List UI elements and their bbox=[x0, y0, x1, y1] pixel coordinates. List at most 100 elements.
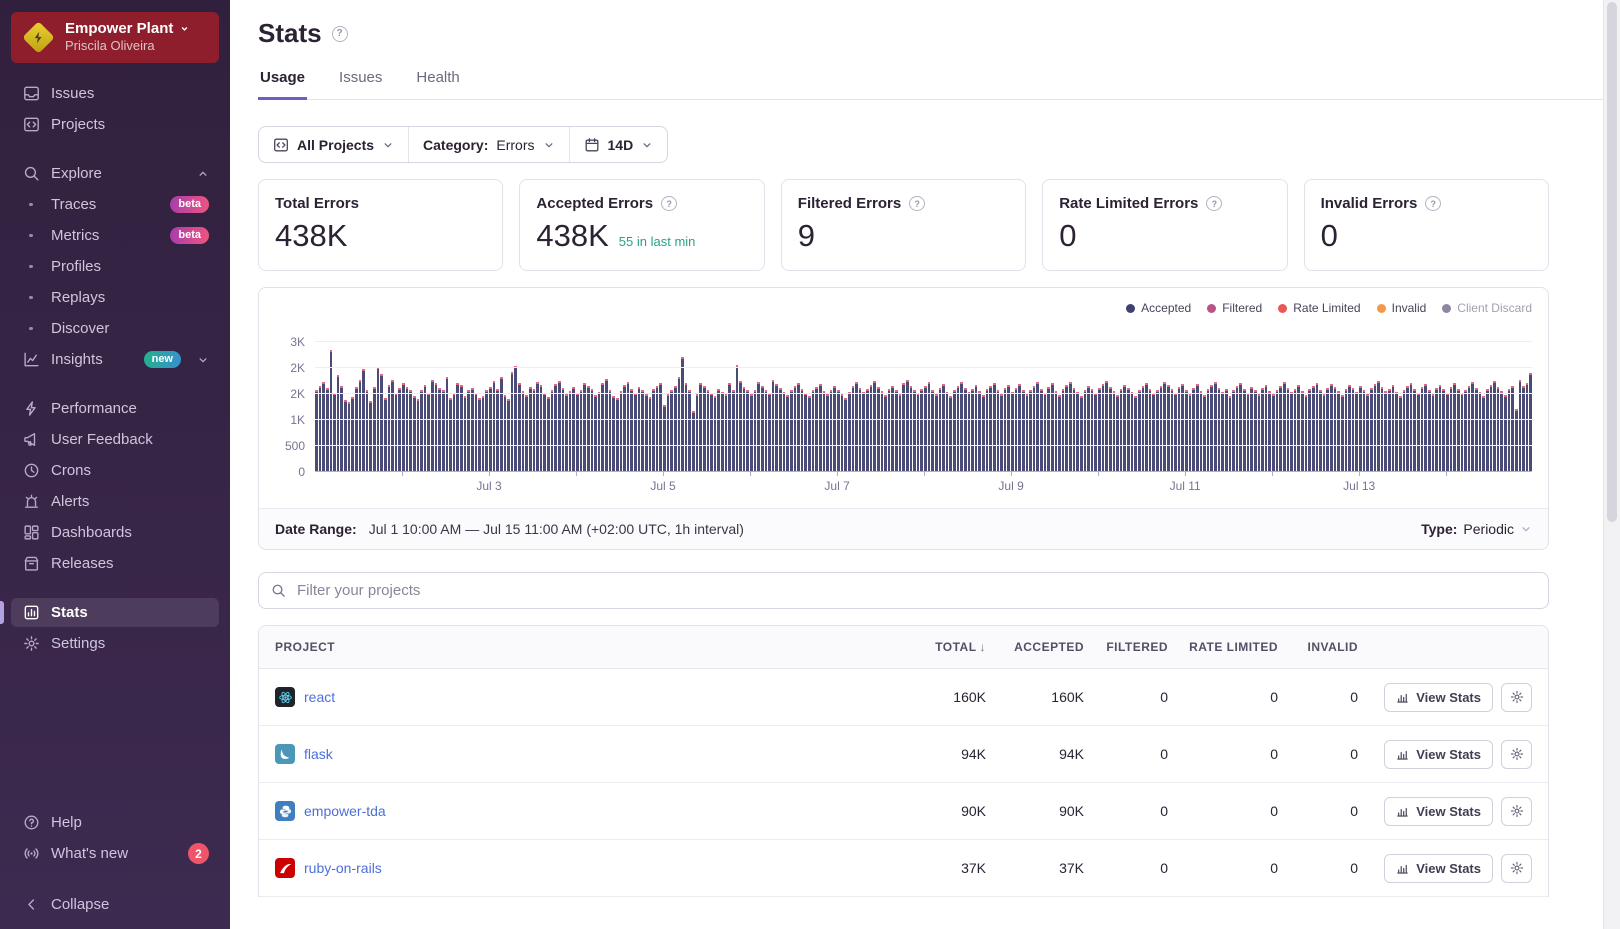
sidebar-item-performance[interactable]: Performance bbox=[11, 394, 219, 423]
project-link[interactable]: empower-tda bbox=[304, 803, 386, 819]
project-settings-button[interactable] bbox=[1501, 740, 1532, 769]
help-icon[interactable]: ? bbox=[1425, 196, 1441, 211]
chart-bar bbox=[1029, 390, 1032, 471]
chart-bar-cap bbox=[413, 396, 416, 398]
chart-bar bbox=[395, 393, 398, 471]
column-header-invalid[interactable]: INVALID bbox=[1280, 640, 1360, 654]
chart-bar-cap bbox=[518, 383, 521, 385]
chart-bar-cap bbox=[594, 395, 597, 397]
chart-bar bbox=[583, 383, 586, 471]
legend-item-invalid[interactable]: Invalid bbox=[1377, 301, 1427, 315]
chart-bar-cap bbox=[652, 389, 655, 391]
chart-bar-cap bbox=[1073, 388, 1076, 390]
chart-bar bbox=[1116, 395, 1119, 471]
chart-bar-cap bbox=[322, 382, 325, 384]
sidebar-item-alerts[interactable]: Alerts bbox=[11, 487, 219, 516]
legend-item-accepted[interactable]: Accepted bbox=[1126, 301, 1191, 315]
help-icon bbox=[21, 814, 41, 832]
column-header-filtered[interactable]: FILTERED bbox=[1086, 640, 1170, 654]
help-icon[interactable]: ? bbox=[909, 196, 925, 211]
chart-bar bbox=[989, 386, 992, 471]
chart-bar-cap bbox=[630, 389, 633, 391]
sidebar-item-crons[interactable]: Crons bbox=[11, 456, 219, 485]
sidebar-item-user-feedback[interactable]: User Feedback bbox=[11, 425, 219, 454]
chart-bar bbox=[783, 392, 786, 471]
sidebar-item-settings[interactable]: Settings bbox=[11, 629, 219, 658]
tab-health[interactable]: Health bbox=[414, 69, 461, 100]
chart-bar bbox=[717, 389, 720, 471]
date-period-filter[interactable]: 14D bbox=[569, 127, 668, 162]
project-link[interactable]: react bbox=[304, 689, 335, 705]
chart-bar-cap bbox=[696, 394, 699, 396]
column-header-project[interactable]: PROJECT bbox=[259, 640, 888, 654]
chart-bar bbox=[812, 390, 815, 471]
help-icon[interactable]: ? bbox=[1206, 196, 1222, 211]
sidebar-item-replays[interactable]: Replays bbox=[11, 283, 219, 312]
category-filter[interactable]: Category: Errors bbox=[408, 127, 568, 162]
view-stats-button[interactable]: View Stats bbox=[1384, 854, 1493, 883]
scrollbar-track[interactable] bbox=[1603, 0, 1620, 929]
column-header-total[interactable]: TOTAL↓ bbox=[888, 640, 988, 654]
sidebar-item-insights[interactable]: Insightsnew bbox=[11, 345, 219, 374]
help-icon[interactable]: ? bbox=[661, 196, 677, 211]
legend-item-rate-limited[interactable]: Rate Limited bbox=[1278, 301, 1360, 315]
view-stats-button[interactable]: View Stats bbox=[1384, 797, 1493, 826]
legend-item-filtered[interactable]: Filtered bbox=[1207, 301, 1262, 315]
view-stats-button[interactable]: View Stats bbox=[1384, 740, 1493, 769]
project-settings-button[interactable] bbox=[1501, 797, 1532, 826]
sidebar-item-help[interactable]: Help bbox=[11, 808, 219, 837]
column-header-accepted[interactable]: ACCEPTED bbox=[988, 640, 1086, 654]
project-search-input[interactable] bbox=[295, 581, 1536, 600]
tab-issues[interactable]: Issues bbox=[337, 69, 384, 100]
chart-bar-cap bbox=[717, 389, 720, 391]
chart-bar-cap bbox=[1377, 381, 1380, 383]
tab-usage[interactable]: Usage bbox=[258, 69, 307, 100]
sidebar-item-profiles[interactable]: Profiles bbox=[11, 252, 219, 281]
view-stats-button[interactable]: View Stats bbox=[1384, 683, 1493, 712]
stat-card-accepted-errors: Accepted Errors?438K55 in last min bbox=[519, 179, 764, 271]
chart-bar bbox=[1022, 390, 1025, 471]
chart-bar bbox=[1094, 393, 1097, 471]
chart-bar bbox=[975, 385, 978, 471]
legend-item-client-discard[interactable]: Client Discard bbox=[1442, 301, 1532, 315]
chart-bar bbox=[1258, 394, 1261, 471]
sidebar-item-stats[interactable]: Stats bbox=[11, 598, 219, 627]
project-settings-button[interactable] bbox=[1501, 683, 1532, 712]
gear-icon bbox=[1510, 690, 1524, 704]
help-icon[interactable]: ? bbox=[332, 26, 348, 42]
sidebar-item-issues[interactable]: Issues bbox=[11, 79, 219, 108]
sidebar-item-projects[interactable]: Projects bbox=[11, 110, 219, 139]
chart-bar bbox=[1189, 394, 1192, 471]
chart-bar-cap bbox=[1120, 389, 1123, 391]
project-settings-button[interactable] bbox=[1501, 854, 1532, 883]
sidebar-item-explore[interactable]: Explore bbox=[11, 159, 219, 188]
chart-bar-cap bbox=[330, 350, 333, 352]
sidebar-item-releases[interactable]: Releases bbox=[11, 549, 219, 578]
chart-bar-cap bbox=[580, 390, 583, 392]
project-link[interactable]: flask bbox=[304, 746, 333, 762]
projects-filter[interactable]: All Projects bbox=[259, 127, 408, 162]
bullet-icon bbox=[21, 234, 41, 238]
chart-type-dropdown[interactable]: Type: Periodic bbox=[1421, 521, 1532, 537]
category-label: Category: bbox=[423, 137, 488, 153]
sidebar-item-what-s-new[interactable]: What's new2 bbox=[11, 839, 219, 868]
sidebar-item-collapse[interactable]: Collapse bbox=[11, 890, 219, 919]
sidebar-item-discover[interactable]: Discover bbox=[11, 314, 219, 343]
scrollbar-thumb[interactable] bbox=[1607, 2, 1617, 522]
chart-bar-cap bbox=[707, 390, 710, 392]
org-switcher[interactable]: Empower Plant Priscila Oliveira bbox=[11, 12, 219, 63]
chart-bar-cap bbox=[1069, 382, 1072, 384]
column-header-rate-limited[interactable]: RATE LIMITED bbox=[1170, 640, 1280, 654]
stat-card-value-row: 438K55 in last min bbox=[536, 218, 747, 254]
chart-bar bbox=[467, 390, 470, 471]
legend-dot-icon bbox=[1126, 304, 1135, 313]
chart-bar bbox=[1529, 373, 1532, 471]
project-link[interactable]: ruby-on-rails bbox=[304, 860, 382, 876]
chart-bar-cap bbox=[1381, 387, 1384, 389]
sidebar-item-traces[interactable]: Tracesbeta bbox=[11, 190, 219, 219]
sidebar-item-dashboards[interactable]: Dashboards bbox=[11, 518, 219, 547]
column-header-label: PROJECT bbox=[275, 640, 335, 654]
chart-bar-cap bbox=[1366, 394, 1369, 396]
chart-bar-cap bbox=[471, 388, 474, 390]
sidebar-item-metrics[interactable]: Metricsbeta bbox=[11, 221, 219, 250]
